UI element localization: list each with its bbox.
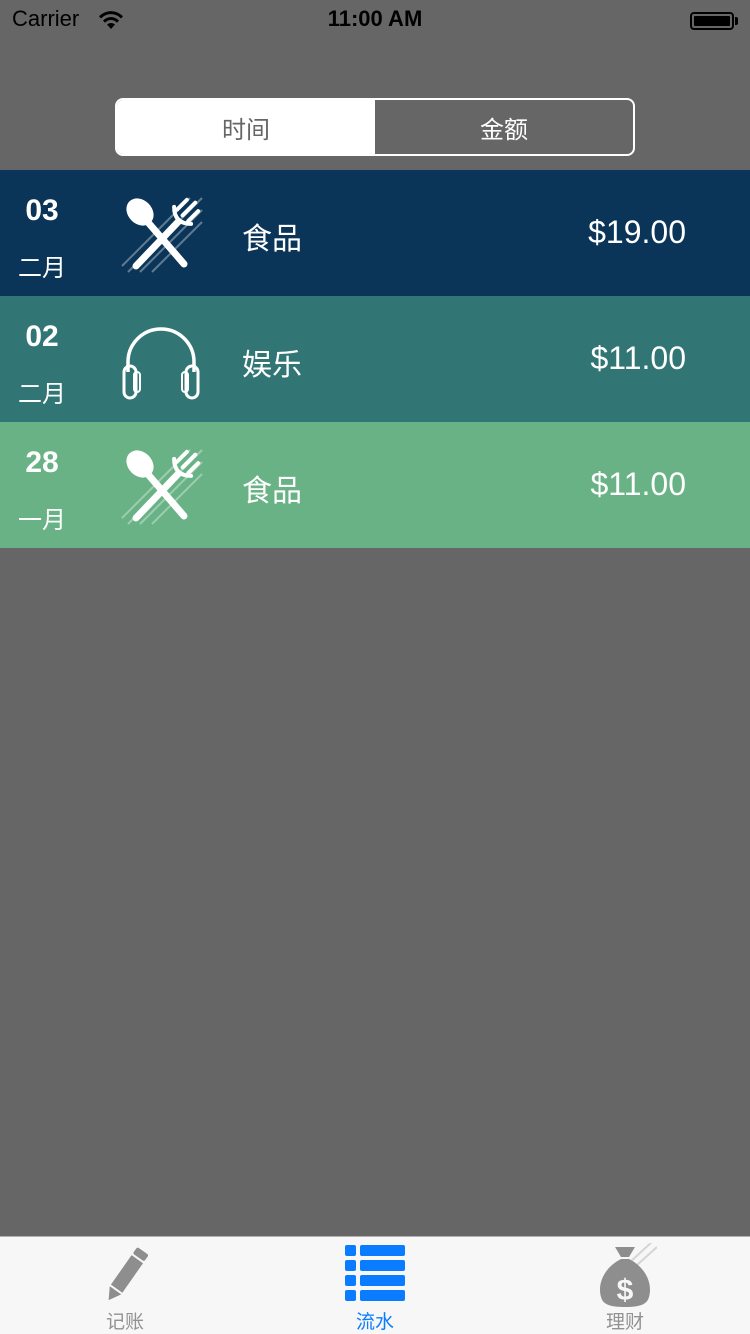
money-bag-icon: $ bbox=[599, 1243, 657, 1307]
record-month: 一月 bbox=[18, 506, 66, 534]
record-category: 食品 bbox=[242, 222, 302, 257]
svg-text:$: $ bbox=[617, 1274, 634, 1307]
record-row[interactable]: 02 二月 娱乐 $11.00 bbox=[0, 296, 750, 422]
record-row[interactable]: 28 一月 食品 $11.00 bbox=[0, 422, 750, 548]
record-row[interactable]: 03 二月 食品 $19.00 bbox=[0, 170, 750, 296]
tab-label: 理财 bbox=[605, 1311, 644, 1333]
tab-finance[interactable]: $ 理财 bbox=[500, 1237, 750, 1334]
record-category: 娱乐 bbox=[242, 348, 302, 383]
fork-spoon-icon bbox=[121, 449, 203, 525]
record-amount: $11.00 bbox=[590, 466, 687, 502]
record-category: 食品 bbox=[242, 474, 302, 509]
tab-label: 流水 bbox=[355, 1311, 394, 1333]
record-day: 02 bbox=[25, 320, 59, 353]
record-day: 28 bbox=[25, 446, 59, 479]
tab-transactions[interactable]: 流水 bbox=[250, 1237, 500, 1334]
battery-icon bbox=[690, 12, 738, 30]
record-day: 03 bbox=[25, 194, 59, 227]
tab-bar: 记账 流水 $ 理财 bbox=[0, 1236, 750, 1334]
status-bar: Carrier 11:00 AM bbox=[0, 0, 750, 40]
tab-bookkeeping[interactable]: 记账 bbox=[0, 1237, 250, 1334]
fork-spoon-icon bbox=[121, 197, 203, 273]
record-amount: $11.00 bbox=[590, 340, 687, 376]
pencil-icon bbox=[108, 1247, 148, 1301]
tab-label: 记账 bbox=[105, 1311, 144, 1333]
record-amount: $19.00 bbox=[588, 214, 686, 250]
segment-amount[interactable]: 金额 bbox=[375, 100, 633, 154]
list-icon bbox=[345, 1245, 405, 1301]
status-time: 11:00 AM bbox=[327, 6, 423, 31]
headphones-icon bbox=[122, 327, 200, 400]
record-month: 二月 bbox=[18, 254, 66, 282]
record-list: 03 二月 食品 $19.00 02 二月 娱乐 $11.00 28 一月 食品… bbox=[0, 170, 750, 548]
sort-segmented-control: 时间 金额 bbox=[115, 98, 635, 156]
record-month: 二月 bbox=[18, 380, 66, 408]
segment-time[interactable]: 时间 bbox=[117, 100, 375, 154]
